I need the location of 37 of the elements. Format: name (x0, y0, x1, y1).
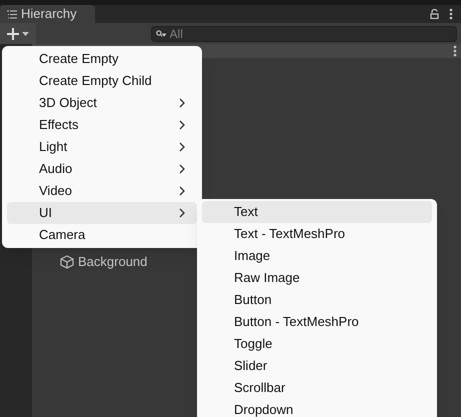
menu-item[interactable]: Button (202, 289, 432, 311)
menu-item[interactable]: Raw Image (202, 267, 432, 289)
menu-item[interactable]: Create Empty Child (7, 70, 197, 92)
caret-icon (22, 32, 29, 36)
menu-item[interactable]: Effects (7, 114, 197, 136)
chevron-right-icon (179, 142, 185, 152)
tree-item[interactable]: Background (78, 252, 148, 272)
menu-item[interactable]: Scrollbar (202, 377, 432, 399)
menu-item[interactable]: UI (7, 202, 197, 224)
menu-item[interactable]: Camera (7, 224, 197, 246)
menu-item[interactable]: Image (202, 245, 432, 267)
list-icon (7, 10, 17, 18)
chevron-right-icon (179, 98, 185, 108)
menu-item[interactable]: Video (7, 180, 197, 202)
menu-item[interactable]: Button - TextMeshPro (202, 311, 432, 333)
more-icon[interactable] (449, 8, 453, 20)
hierarchy-tab[interactable]: Hierarchy (0, 5, 95, 23)
menu-item[interactable]: Text (202, 201, 432, 223)
lock-icon[interactable] (430, 9, 439, 19)
menu-item[interactable]: Text - TextMeshPro (202, 223, 432, 245)
menu-item[interactable]: Light (7, 136, 197, 158)
add-dropdown-button[interactable] (0, 23, 36, 44)
chevron-right-icon (179, 120, 185, 130)
menu-item[interactable]: Create Empty (7, 48, 197, 70)
chevron-right-icon (179, 164, 185, 174)
search-field[interactable]: All (151, 26, 457, 42)
search-icon (156, 30, 166, 38)
menu-item[interactable]: Slider (202, 355, 432, 377)
plus-icon (7, 28, 19, 40)
chevron-right-icon (179, 186, 185, 196)
chevron-right-icon (179, 208, 185, 218)
menu-item[interactable]: 3D Object (7, 92, 197, 114)
cube-icon (60, 255, 74, 269)
menu-item[interactable]: Toggle (202, 333, 432, 355)
menu-item[interactable]: Dropdown (202, 399, 432, 417)
more-icon[interactable] (453, 45, 457, 57)
menu-item[interactable]: Audio (7, 158, 197, 180)
